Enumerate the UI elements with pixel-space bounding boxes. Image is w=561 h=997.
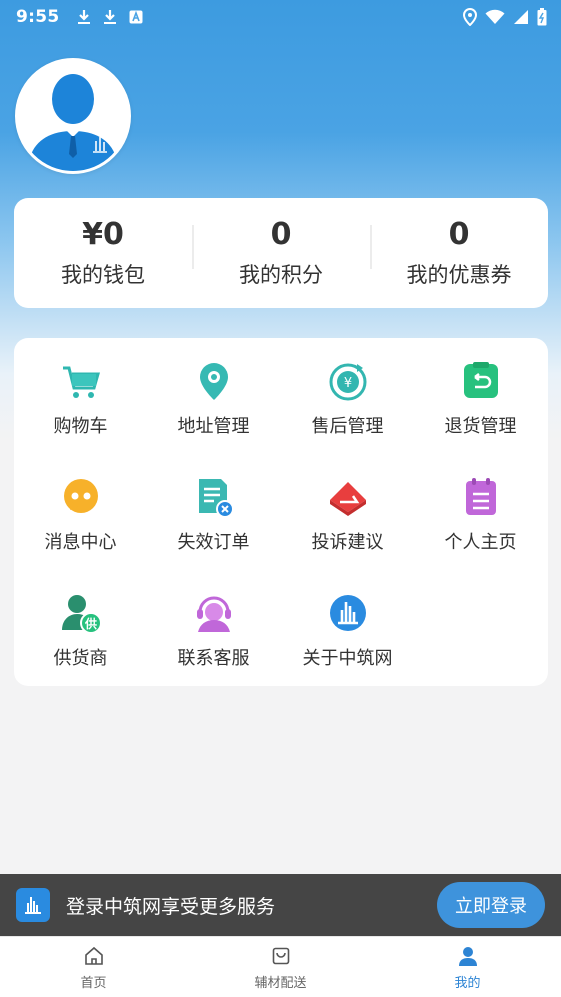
menu-label: 联系客服	[177, 648, 250, 669]
menu-item-about[interactable]: 关于中筑网	[281, 592, 414, 670]
menu-item-returns[interactable]: 退货管理	[414, 360, 547, 438]
menu-item-complaints[interactable]: 投诉建议	[281, 476, 414, 554]
user-icon	[458, 947, 477, 966]
menu-label: 退货管理	[444, 416, 517, 437]
menu-item-address[interactable]: 地址管理	[147, 360, 280, 438]
brand-logo-icon	[16, 888, 50, 922]
menu-item-invalid-orders[interactable]: 失效订单	[147, 476, 280, 554]
wallet-value: ¥0	[82, 217, 124, 252]
coupons-label: 我的优惠券	[406, 263, 512, 287]
tab-label: 首页	[80, 976, 107, 991]
points-value: 0	[270, 217, 292, 252]
svg-text:¥: ¥	[343, 376, 351, 391]
tab-label: 我的	[454, 976, 481, 991]
home-icon	[84, 946, 103, 965]
message-icon	[63, 479, 98, 513]
cart-icon	[62, 366, 100, 398]
battery-icon	[537, 8, 547, 26]
coupons-value: 0	[448, 217, 470, 252]
tab-materials-delivery[interactable]: 辅材配送	[187, 937, 374, 997]
menu-item-customer-service[interactable]: 联系客服	[147, 592, 280, 670]
download-icon	[104, 10, 117, 24]
about-icon	[329, 595, 366, 631]
complaint-icon	[329, 482, 366, 516]
after-sales-icon: ¥	[329, 363, 366, 401]
menu-label: 供货商	[53, 648, 108, 669]
stats-card: ¥0 我的钱包 0 我的积分 0 我的优惠券	[14, 198, 548, 308]
menu-label: 个人主页	[444, 532, 517, 553]
menu-label: 售后管理	[311, 416, 384, 437]
menu-label: 失效订单	[177, 532, 250, 553]
menu-label: 消息中心	[44, 532, 117, 553]
login-prompt-bar: 登录中筑网享受更多服务 立即登录	[0, 874, 561, 936]
menu-item-profile-page[interactable]: 个人主页	[414, 476, 547, 554]
points-stat[interactable]: 0 我的积分	[192, 217, 370, 289]
login-prompt-text: 登录中筑网享受更多服务	[66, 895, 276, 918]
status-time: 9:55	[16, 7, 60, 27]
translate-icon	[129, 10, 143, 24]
wifi-icon	[485, 9, 505, 24]
menu-label: 地址管理	[177, 416, 250, 437]
signal-icon	[514, 10, 528, 24]
menu-label: 购物车	[53, 416, 108, 437]
status-bar: 9:55	[0, 0, 561, 34]
profile-page-icon	[465, 478, 496, 515]
tab-label: 辅材配送	[254, 976, 307, 991]
tab-home[interactable]: 首页	[0, 937, 187, 997]
user-avatar-icon	[18, 61, 128, 171]
location-status-icon	[463, 8, 477, 26]
menu-item-cart[interactable]: 购物车	[14, 360, 147, 438]
points-label: 我的积分	[239, 263, 323, 287]
menu-label: 关于中筑网	[302, 648, 393, 669]
return-icon	[463, 362, 498, 398]
svg-text:供: 供	[83, 616, 96, 631]
invalid-order-icon	[198, 479, 234, 518]
login-button[interactable]: 立即登录	[437, 882, 545, 928]
shopping-bag-icon	[272, 947, 289, 965]
wallet-stat[interactable]: ¥0 我的钱包	[14, 217, 192, 289]
customer-service-icon	[196, 596, 231, 632]
menu-grid: 购物车 地址管理 ¥ 售后管理 退货管理 消息中心 失效订单 投诉建议 个人主页…	[14, 338, 548, 686]
supplier-icon: 供	[61, 595, 102, 634]
menu-item-supplier[interactable]: 供 供货商	[14, 592, 147, 670]
location-icon	[199, 363, 228, 400]
bottom-tab-bar: 首页 辅材配送 我的	[0, 936, 561, 997]
wallet-label: 我的钱包	[61, 263, 145, 287]
menu-label: 投诉建议	[311, 532, 384, 553]
tab-mine[interactable]: 我的	[374, 937, 561, 997]
menu-item-after-sales[interactable]: ¥ 售后管理	[281, 360, 414, 438]
menu-item-messages[interactable]: 消息中心	[14, 476, 147, 554]
download-icon	[78, 10, 91, 24]
avatar[interactable]	[15, 58, 131, 174]
coupons-stat[interactable]: 0 我的优惠券	[370, 217, 548, 289]
